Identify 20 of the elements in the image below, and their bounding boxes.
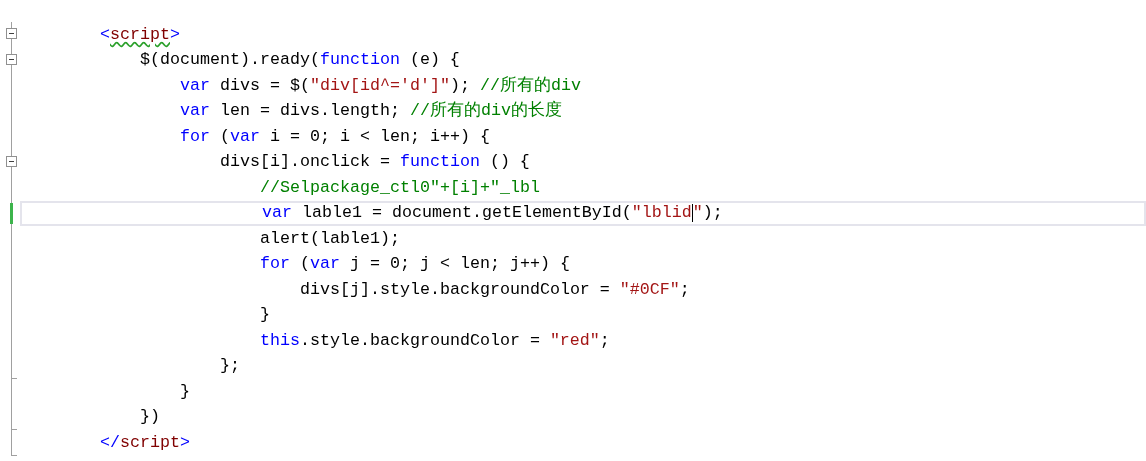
code-line: var divs = $("div[id^='d']"); //所有的div — [180, 75, 581, 96]
code-line: divs[j].style.backgroundColor = "#0CF"; — [300, 279, 690, 300]
code-line: alert(lable1); — [260, 228, 400, 249]
code-line: }) — [140, 407, 160, 428]
code-line: //Selpackage_ctl0"+[i]+"_lbl — [260, 177, 540, 198]
code-line: this.style.backgroundColor = "red"; — [260, 330, 610, 351]
code-line: $(document).ready(function (e) { — [140, 50, 460, 71]
code-line: } — [260, 305, 270, 326]
collapse-button[interactable] — [6, 155, 17, 167]
code-line: } — [180, 381, 190, 402]
code-line: </script> — [100, 432, 190, 453]
collapse-button[interactable] — [6, 28, 17, 39]
code-line: var lable1 = document.getElementById("lblid"); — [262, 203, 723, 224]
code-line: var len = divs.length; //所有的div的长度 — [180, 101, 562, 122]
code-line: for (var i = 0; i < len; i++) { — [180, 126, 490, 147]
code-line: for (var j = 0; j < len; j++) { — [260, 254, 570, 275]
code-line: <script> — [100, 24, 180, 45]
collapse-button[interactable] — [6, 53, 17, 65]
code-line: divs[i].onclick = function () { — [220, 152, 530, 173]
code-line: }; — [220, 356, 240, 377]
